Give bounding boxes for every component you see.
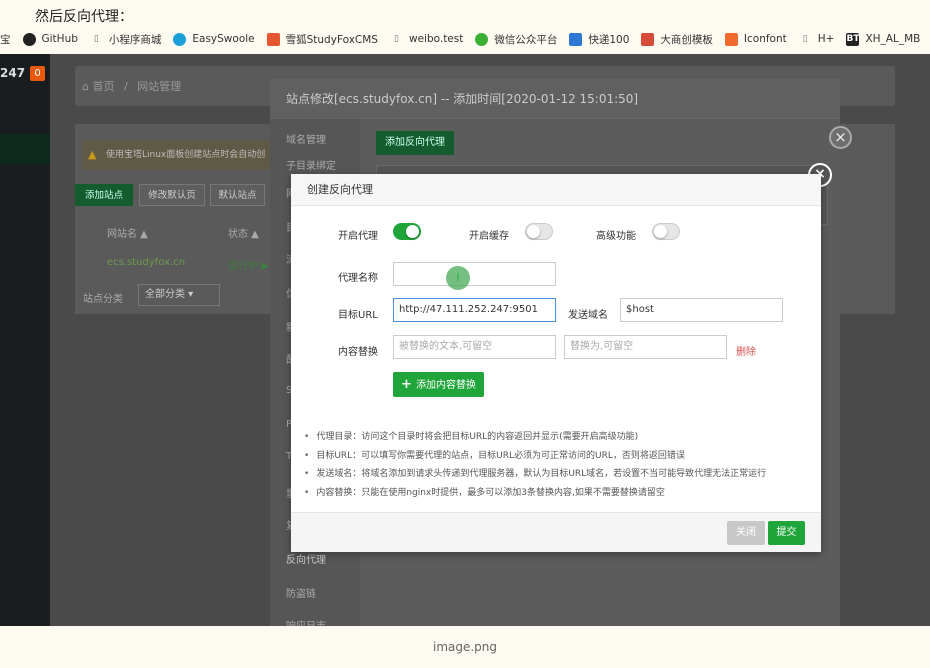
toggle-knob (654, 225, 667, 238)
bookmark-label: 微信公众平台 (494, 33, 558, 46)
enable-proxy-label: 开启代理 (338, 231, 378, 242)
breadcrumb: ⌂ 首页 / 网站管理 (82, 78, 181, 94)
toggle-knob (406, 225, 419, 238)
sidebar: 247 0 (0, 54, 50, 626)
category-label: 站点分类 (83, 294, 123, 305)
default-site-button[interactable]: 默认站点 (210, 184, 265, 206)
page-icon: ▯ (802, 33, 808, 44)
add-content-replace-label: 添加内容替换 (415, 380, 476, 391)
kuaidi-icon (569, 32, 583, 46)
tip-item: 发送域名：将域名添加到请求头传递到代理服务器，默认为目标URL域名，若设置不当可… (304, 465, 814, 484)
column-status[interactable]: 状态 ▲ (228, 225, 259, 240)
submit-button[interactable]: 提交 (768, 521, 805, 545)
add-reverse-proxy-button[interactable]: 添加反向代理 (376, 131, 454, 155)
site-status[interactable]: 运行中 ▶ (228, 257, 269, 272)
bookmark-label: GitHub (41, 33, 78, 45)
mouse-cursor-indicator: I (446, 266, 470, 290)
category-select[interactable]: 全部分类 ▾ (138, 284, 220, 306)
site-menu-item[interactable]: 防盗链 (286, 585, 316, 600)
bookmark-item[interactable]: 快递100 (569, 32, 629, 47)
bookmark-item[interactable]: BT XH_AL_MB (846, 32, 921, 46)
bookmark-label: 小程序商城 (108, 33, 162, 46)
tip-item: 代理目录：访问这个目录时将会把目标URL的内容返回并显示(需要开启高级功能) (304, 428, 814, 447)
enable-proxy-toggle[interactable] (393, 223, 421, 240)
bookmark-label: 雪狐StudyFoxCMS (285, 33, 378, 46)
target-url-label: 目标URL (338, 310, 378, 321)
sidebar-number: 247 (0, 66, 26, 80)
bookmark-item[interactable]: ▯ 小程序商城 (90, 32, 162, 47)
dialog-footer: 关闭 提交 (291, 512, 821, 552)
bookmark-item[interactable]: 大商创模板 (641, 32, 713, 47)
send-domain-input[interactable]: $host (620, 298, 783, 322)
bookmark-item[interactable]: ▯ H+ (799, 33, 835, 46)
bookmark-label: XH_AL_MB (865, 33, 921, 45)
column-site-name[interactable]: 网站名 ▲ (107, 225, 148, 240)
bt-icon: BT (846, 32, 860, 46)
bookmarks-bar: 宝 GitHub ▯ 小程序商城 EasySwoole 雪狐StudyFoxCMS ▯ we… (0, 28, 930, 50)
page-icon: ▯ (93, 33, 99, 44)
sidebar-active-item[interactable] (0, 134, 50, 164)
bookmark-label: 快递100 (588, 33, 630, 46)
bookmark-label: H+ (817, 33, 835, 45)
tip-item: 内容替换：只能在使用nginx时提供，最多可以添加3条替换内容,如果不需要替换请… (304, 484, 814, 503)
bookmark-label: weibo.test (408, 33, 464, 45)
advanced-label: 高级功能 (596, 231, 636, 242)
hexagon-icon (173, 32, 187, 46)
proxy-name-input[interactable] (393, 262, 556, 286)
plus-icon: + (401, 377, 412, 392)
site-menu-item[interactable]: 响应日志 (286, 617, 326, 626)
site-menu-item[interactable]: 反向代理 (286, 551, 326, 566)
home-icon: ⌂ (82, 80, 89, 93)
bookmark-item[interactable]: 雪狐StudyFoxCMS (266, 32, 378, 47)
add-content-replace-button[interactable]: + 添加内容替换 (393, 372, 484, 397)
proxy-name-label: 代理名称 (338, 273, 378, 284)
bookmark-label: 大商创模板 (660, 33, 713, 46)
toggle-knob (527, 225, 540, 238)
bookmark-item[interactable]: Iconfont (724, 32, 787, 46)
bookmark-label: Iconfont (743, 33, 787, 45)
close-button[interactable]: 关闭 (727, 521, 765, 545)
target-url-input[interactable]: http://47.111.252.247:9501 (393, 298, 556, 322)
bookmark-item[interactable]: GitHub (22, 32, 78, 46)
delete-replace-link[interactable]: 删除 (736, 343, 756, 358)
send-domain-label: 发送域名 (568, 310, 608, 321)
site-menu-item[interactable]: 子目录绑定 (286, 157, 336, 172)
category-select-value: 全部分类 (145, 289, 185, 300)
bookmark-prefix[interactable]: 宝 (0, 32, 11, 47)
replace-to-input[interactable]: 替换为,可留空 (564, 335, 727, 359)
bookmark-item[interactable]: EasySwoole (173, 32, 255, 46)
warning-icon: ▲ (88, 148, 97, 161)
site-menu-item[interactable]: 域名管理 (286, 131, 326, 146)
bookmark-item[interactable]: 微信公众平台 (475, 32, 557, 47)
breadcrumb-home[interactable]: 首页 (92, 80, 114, 93)
help-tips: 代理目录：访问这个目录时将会把目标URL的内容返回并显示(需要开启高级功能) 目… (304, 428, 814, 503)
enable-cache-toggle[interactable] (525, 223, 553, 240)
site-edit-dialog-title: 站点修改[ecs.studyfox.cn] -- 添加时间[2020-01-12… (270, 79, 840, 119)
notification-badge[interactable]: 0 (30, 66, 45, 81)
breadcrumb-separator: / (123, 80, 128, 93)
github-icon (22, 32, 36, 46)
add-site-button[interactable]: 添加站点 (75, 184, 133, 206)
create-proxy-dialog-title: 创建反向代理 (291, 174, 821, 206)
image-caption: image.png (432, 640, 498, 654)
article-caption: 然后反向代理： (35, 9, 133, 25)
advanced-toggle[interactable] (652, 223, 680, 240)
bookmark-item[interactable]: ▯ weibo.test (390, 33, 463, 46)
wechat-icon (475, 32, 489, 46)
site-link[interactable]: ecs.studyfox.cn (107, 257, 185, 268)
bookmark-label: EasySwoole (192, 33, 255, 45)
breadcrumb-current: 网站管理 (137, 80, 182, 93)
site-edit-close-icon[interactable]: × (829, 126, 852, 149)
tip-item: 目标URL：可以填写你需要代理的站点，目标URL必须为可正常访问的URL，否则将… (304, 447, 814, 466)
fox-icon (266, 32, 280, 46)
page-icon: ▯ (394, 33, 399, 44)
box-icon (641, 32, 655, 46)
notice-text: 使用宝塔Linux面板创建站点时会自动创 (106, 150, 266, 160)
content-replace-label: 内容替换 (338, 347, 378, 358)
enable-cache-label: 开启缓存 (469, 231, 509, 242)
replace-from-input[interactable]: 被替换的文本,可留空 (393, 335, 556, 359)
iconfont-icon (724, 32, 738, 46)
edit-default-page-button[interactable]: 修改默认页 (139, 184, 205, 206)
